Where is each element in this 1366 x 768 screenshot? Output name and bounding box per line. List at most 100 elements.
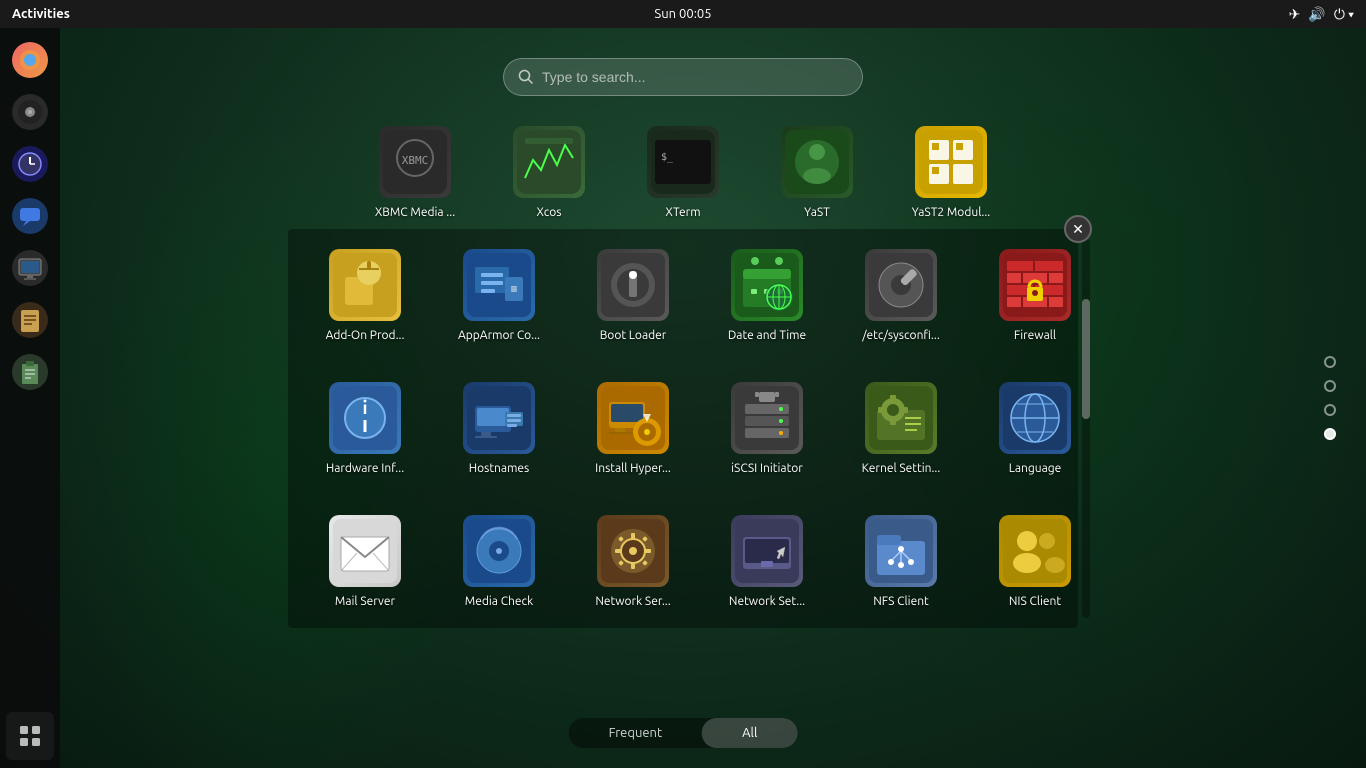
app-apparmor[interactable]: ≡ AppArmor Co... bbox=[432, 239, 566, 352]
networkset-label: Network Set... bbox=[729, 595, 805, 608]
top-bar: Activities Sun 00:05 ✈ 🔊 ⏻ ▾ bbox=[0, 0, 1366, 28]
page-dot-1[interactable] bbox=[1324, 356, 1336, 368]
top-apps-row: XBMC XBMC Media ... Xcos $_ bbox=[348, 116, 1018, 229]
airplane-mode-icon[interactable]: ✈ bbox=[1289, 6, 1301, 23]
search-bar[interactable] bbox=[503, 58, 863, 96]
firewall-icon bbox=[999, 249, 1071, 321]
svg-text:i: i bbox=[362, 398, 367, 418]
svg-text:≡: ≡ bbox=[510, 283, 517, 296]
sidebar-item-notes[interactable] bbox=[6, 296, 54, 344]
xcos-label: Xcos bbox=[536, 206, 561, 219]
bootloader-icon bbox=[597, 249, 669, 321]
clipboard-icon bbox=[12, 354, 48, 390]
desktop: XBMC XBMC Media ... Xcos $_ bbox=[0, 28, 1366, 768]
etc-label: /etc/sysconfi... bbox=[862, 329, 940, 342]
mailserver-icon bbox=[329, 515, 401, 587]
show-apps-button[interactable] bbox=[6, 712, 54, 760]
volume-icon[interactable]: 🔊 bbox=[1308, 6, 1325, 23]
xcos-icon bbox=[513, 126, 585, 198]
sidebar-item-screenshot[interactable] bbox=[6, 244, 54, 292]
yast2-label: YaST2 Modul... bbox=[912, 206, 991, 219]
apps-grid-row3: Mail Server bbox=[288, 495, 1078, 628]
audio-icon bbox=[12, 94, 48, 130]
xterm-label: XTerm bbox=[665, 206, 700, 219]
yast-label: YaST bbox=[804, 206, 830, 219]
app-mediacheck[interactable]: Media Check bbox=[432, 505, 566, 618]
scrollbar[interactable] bbox=[1082, 239, 1090, 618]
sidebar-item-firefox[interactable] bbox=[6, 36, 54, 84]
firewall-label: Firewall bbox=[1014, 329, 1056, 342]
notes-icon bbox=[12, 302, 48, 338]
app-etc[interactable]: /etc/sysconfi... bbox=[834, 239, 968, 352]
app-mailserver[interactable]: Mail Server bbox=[298, 505, 432, 618]
page-indicators bbox=[1324, 356, 1336, 440]
firefox-icon bbox=[12, 42, 48, 78]
networkser-label: Network Ser... bbox=[595, 595, 670, 608]
hostnames-icon bbox=[463, 382, 535, 454]
app-networkser[interactable]: Network Ser... bbox=[566, 505, 700, 618]
apparmor-label: AppArmor Co... bbox=[458, 329, 540, 342]
nisclient-label: NIS Client bbox=[1009, 595, 1061, 608]
page-dot-2[interactable] bbox=[1324, 380, 1336, 392]
app-nfsclient[interactable]: NFS Client bbox=[834, 505, 968, 618]
kernelset-icon bbox=[865, 382, 937, 454]
mailserver-label: Mail Server bbox=[335, 595, 395, 608]
sidebar-item-audio[interactable] bbox=[6, 88, 54, 136]
app-xterm[interactable]: $_ XTerm bbox=[616, 116, 750, 229]
tab-frequent[interactable]: Frequent bbox=[569, 718, 702, 748]
panel-close-button[interactable]: ✕ bbox=[1064, 215, 1092, 243]
hwinfo-label: Hardware Inf... bbox=[326, 462, 404, 475]
networkset-icon bbox=[731, 515, 803, 587]
mediacheck-label: Media Check bbox=[465, 595, 533, 608]
page-dot-4[interactable] bbox=[1324, 428, 1336, 440]
installhyper-label: Install Hyper... bbox=[595, 462, 671, 475]
scrollbar-thumb[interactable] bbox=[1082, 299, 1090, 419]
sidebar-item-chat[interactable] bbox=[6, 192, 54, 240]
system-tray: ✈ 🔊 ⏻ ▾ bbox=[1289, 6, 1354, 23]
app-xbmc[interactable]: XBMC XBMC Media ... bbox=[348, 116, 482, 229]
apps-panel: ✕ Add-On Prod... bbox=[288, 229, 1078, 628]
search-icon bbox=[518, 69, 534, 85]
app-hostnames[interactable]: Hostnames bbox=[432, 372, 566, 485]
app-xcos[interactable]: Xcos bbox=[482, 116, 616, 229]
sidebar-item-clipboard[interactable] bbox=[6, 348, 54, 396]
language-label: Language bbox=[1009, 462, 1062, 475]
svg-text:XBMC: XBMC bbox=[402, 154, 429, 167]
app-installhyper[interactable]: Install Hyper... bbox=[566, 372, 700, 485]
yast-icon bbox=[781, 126, 853, 198]
networkser-icon bbox=[597, 515, 669, 587]
xterm-icon: $_ bbox=[647, 126, 719, 198]
xbmc-icon: XBMC bbox=[379, 126, 451, 198]
screenshot-icon bbox=[12, 250, 48, 286]
hwinfo-icon: i bbox=[329, 382, 401, 454]
activities-button[interactable]: Activities bbox=[12, 7, 70, 21]
tab-all[interactable]: All bbox=[702, 718, 797, 748]
search-input[interactable] bbox=[542, 69, 848, 85]
sidebar-item-clock[interactable] bbox=[6, 140, 54, 188]
power-icon[interactable]: ⏻ ▾ bbox=[1334, 6, 1354, 23]
app-networkset[interactable]: Network Set... bbox=[700, 505, 834, 618]
nfsclient-label: NFS Client bbox=[873, 595, 929, 608]
app-datetime[interactable]: Date and Time bbox=[700, 239, 834, 352]
svg-text:$_: $_ bbox=[661, 152, 674, 163]
apparmor-icon: ≡ bbox=[463, 249, 535, 321]
app-hwinfo[interactable]: i Hardware Inf... bbox=[298, 372, 432, 485]
datetime-label: Date and Time bbox=[728, 329, 806, 342]
app-yast2[interactable]: YaST2 Modul... bbox=[884, 116, 1018, 229]
installhyper-icon bbox=[597, 382, 669, 454]
search-container bbox=[503, 58, 863, 96]
bottom-tabs: Frequent All bbox=[569, 718, 798, 748]
app-bootloader[interactable]: Boot Loader bbox=[566, 239, 700, 352]
apps-panel-inner: ✕ Add-On Prod... bbox=[288, 229, 1078, 628]
nfsclient-icon bbox=[865, 515, 937, 587]
yast2-icon bbox=[915, 126, 987, 198]
nisclient-icon bbox=[999, 515, 1071, 587]
xbmc-label: XBMC Media ... bbox=[375, 206, 455, 219]
app-addon[interactable]: Add-On Prod... bbox=[298, 239, 432, 352]
app-kernelset[interactable]: Kernel Settin... bbox=[834, 372, 968, 485]
addon-label: Add-On Prod... bbox=[326, 329, 405, 342]
page-dot-3[interactable] bbox=[1324, 404, 1336, 416]
hostnames-label: Hostnames bbox=[469, 462, 530, 475]
app-yast[interactable]: YaST bbox=[750, 116, 884, 229]
app-iscsi[interactable]: iSCSI Initiator bbox=[700, 372, 834, 485]
